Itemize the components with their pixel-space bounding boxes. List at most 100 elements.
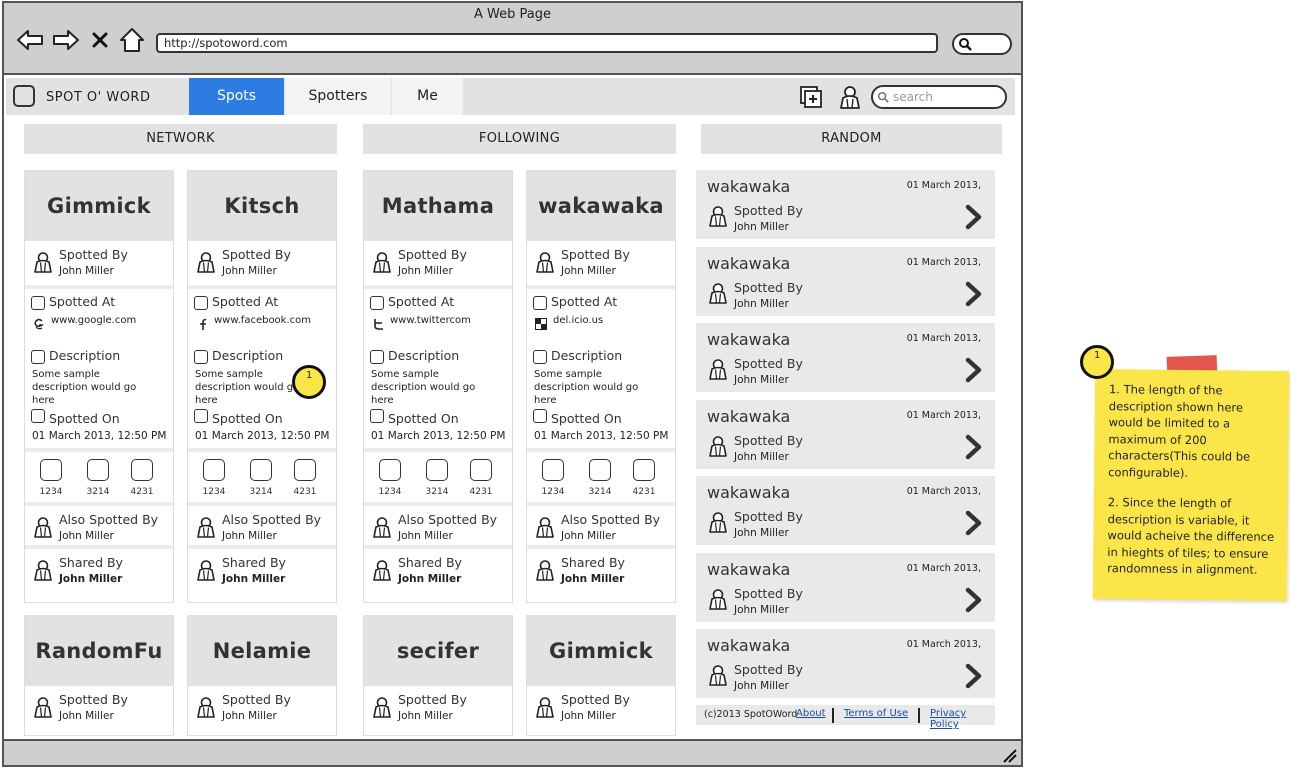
- shared-by-name[interactable]: John Miller: [222, 573, 285, 585]
- spotted-at-site[interactable]: del.icio.us: [553, 315, 603, 326]
- chevron-right-icon[interactable]: [963, 280, 985, 308]
- chevron-right-icon[interactable]: [963, 662, 985, 690]
- stat-item[interactable]: 4231: [628, 459, 660, 497]
- stat-item[interactable]: 3214: [82, 459, 114, 497]
- stop-icon[interactable]: [90, 27, 110, 53]
- chevron-right-icon[interactable]: [963, 586, 985, 614]
- spotted-by-name[interactable]: John Miller: [561, 265, 616, 277]
- shared-by-name[interactable]: John Miller: [561, 573, 624, 585]
- spot-card-title[interactable]: Kitsch: [188, 171, 336, 241]
- spot-card[interactable]: Gimmick Spotted By John Miller: [526, 615, 676, 736]
- random-spot-tile[interactable]: wakawaka 01 March 2013, Spotted By John Mil…: [696, 246, 995, 316]
- spot-card-title[interactable]: secifer: [364, 616, 512, 686]
- also-spotted-by-name[interactable]: John Miller: [222, 530, 277, 542]
- address-bar[interactable]: http://spotoword.com: [156, 33, 938, 53]
- spotted-on-checkbox[interactable]: [194, 409, 208, 423]
- spotted-by-name[interactable]: John Miller: [222, 710, 277, 722]
- home-icon[interactable]: [118, 27, 146, 53]
- spotted-at-site[interactable]: www.google.com: [51, 315, 136, 326]
- chevron-right-icon[interactable]: [963, 433, 985, 461]
- footer-link-about[interactable]: About: [796, 708, 826, 719]
- chevron-right-icon[interactable]: [963, 356, 985, 384]
- stat-item[interactable]: 3214: [245, 459, 277, 497]
- app-logo-text[interactable]: SPOT O' WORD: [46, 90, 150, 105]
- random-spot-tile[interactable]: wakawaka 01 March 2013, Spotted By John Mil…: [696, 323, 995, 392]
- tab-spotters[interactable]: Spotters: [285, 78, 391, 115]
- random-spot-tile[interactable]: wakawaka 01 March 2013, Spotted By John Mil…: [696, 399, 995, 469]
- spotted-on-checkbox[interactable]: [533, 409, 547, 423]
- random-spot-tile[interactable]: wakawaka 01 March 2013, Spotted By John Mil…: [696, 170, 995, 239]
- spotted-by-name[interactable]: John Miller: [734, 298, 789, 310]
- description-checkbox[interactable]: [31, 350, 45, 364]
- random-spot-tile[interactable]: wakawaka 01 March 2013, Spotted By John Mil…: [696, 476, 995, 545]
- also-spotted-by-name[interactable]: John Miller: [561, 530, 616, 542]
- spot-card-title[interactable]: Gimmick: [25, 171, 173, 241]
- spotted-by-name[interactable]: John Miller: [561, 710, 616, 722]
- add-spot-icon[interactable]: [799, 85, 823, 109]
- footer-link-privacy[interactable]: Privacy Policy: [930, 708, 995, 730]
- resize-grip-icon[interactable]: [1001, 747, 1017, 763]
- tab-spots[interactable]: Spots: [189, 78, 284, 115]
- stat-item[interactable]: 1234: [198, 459, 230, 497]
- also-spotted-by-name[interactable]: John Miller: [398, 530, 453, 542]
- spot-card-title[interactable]: Nelamie: [188, 616, 336, 686]
- spotted-by-name[interactable]: John Miller: [734, 374, 789, 386]
- spotted-by-name[interactable]: John Miller: [59, 710, 114, 722]
- spotted-by-name[interactable]: John Miller: [734, 680, 789, 692]
- stat-item[interactable]: 1234: [537, 459, 569, 497]
- random-spot-tile[interactable]: wakawaka 01 March 2013, Spotted By John Mil…: [696, 629, 995, 698]
- tab-me[interactable]: Me: [392, 78, 463, 115]
- spotted-at-checkbox[interactable]: [370, 296, 384, 310]
- spotted-by-name[interactable]: John Miller: [734, 527, 789, 539]
- spotted-at-checkbox[interactable]: [194, 296, 208, 310]
- chevron-right-icon[interactable]: [963, 509, 985, 537]
- spotted-on-checkbox[interactable]: [370, 409, 384, 423]
- shared-by-name[interactable]: John Miller: [398, 573, 461, 585]
- spotted-by-name[interactable]: John Miller: [734, 604, 789, 616]
- random-spot-title[interactable]: wakawaka: [707, 254, 790, 273]
- stat-item[interactable]: 3214: [584, 459, 616, 497]
- random-spot-title[interactable]: wakawaka: [707, 560, 790, 579]
- random-spot-title[interactable]: wakawaka: [707, 636, 790, 655]
- back-icon[interactable]: [16, 27, 44, 53]
- spotted-by-name[interactable]: John Miller: [59, 265, 114, 277]
- stat-item[interactable]: 1234: [374, 459, 406, 497]
- spot-card[interactable]: RandomFu Spotted By John Miller: [24, 615, 174, 736]
- stat-item[interactable]: 3214: [421, 459, 453, 497]
- spotted-by-name[interactable]: John Miller: [222, 265, 277, 277]
- spot-card[interactable]: Nelamie Spotted By John Miller: [187, 615, 337, 736]
- random-spot-title[interactable]: wakawaka: [707, 483, 790, 502]
- random-spot-title[interactable]: wakawaka: [707, 177, 790, 196]
- spotted-on-checkbox[interactable]: [31, 409, 45, 423]
- random-spot-title[interactable]: wakawaka: [707, 407, 790, 426]
- chevron-right-icon[interactable]: [963, 203, 985, 231]
- spot-card-title[interactable]: Mathama: [364, 171, 512, 241]
- spotted-at-checkbox[interactable]: [31, 296, 45, 310]
- spot-card-title[interactable]: Gimmick: [527, 616, 675, 686]
- description-checkbox[interactable]: [533, 350, 547, 364]
- random-spot-tile[interactable]: wakawaka 01 March 2013, Spotted By John Mil…: [696, 552, 995, 622]
- random-spot-title[interactable]: wakawaka: [707, 330, 790, 349]
- spot-card[interactable]: Mathama Spotted By John Miller Spotted At ww…: [363, 170, 513, 603]
- stat-item[interactable]: 4231: [289, 459, 321, 497]
- spotted-by-name[interactable]: John Miller: [398, 265, 453, 277]
- stat-item[interactable]: 4231: [126, 459, 158, 497]
- spot-card-title[interactable]: wakawaka: [527, 171, 675, 241]
- spotted-by-name[interactable]: John Miller: [398, 710, 453, 722]
- spotted-by-name[interactable]: John Miller: [734, 221, 789, 233]
- spotted-at-site[interactable]: www.twittercom: [390, 315, 471, 326]
- description-checkbox[interactable]: [370, 350, 384, 364]
- spotted-at-checkbox[interactable]: [533, 296, 547, 310]
- search-input[interactable]: search: [871, 85, 1007, 109]
- spotted-at-site[interactable]: www.facebook.com: [214, 315, 311, 326]
- spot-card[interactable]: Gimmick Spotted By John Miller Spotted At ww…: [24, 170, 174, 603]
- description-checkbox[interactable]: [194, 350, 208, 364]
- forward-icon[interactable]: [52, 27, 80, 53]
- user-profile-icon[interactable]: [838, 85, 862, 109]
- stat-item[interactable]: 1234: [35, 459, 67, 497]
- shared-by-name[interactable]: John Miller: [59, 573, 122, 585]
- browser-search-field[interactable]: [952, 33, 1012, 55]
- spot-card-title[interactable]: RandomFu: [25, 616, 173, 686]
- spot-card[interactable]: wakawaka Spotted By John Miller Spotted At d…: [526, 170, 676, 603]
- stat-item[interactable]: 4231: [465, 459, 497, 497]
